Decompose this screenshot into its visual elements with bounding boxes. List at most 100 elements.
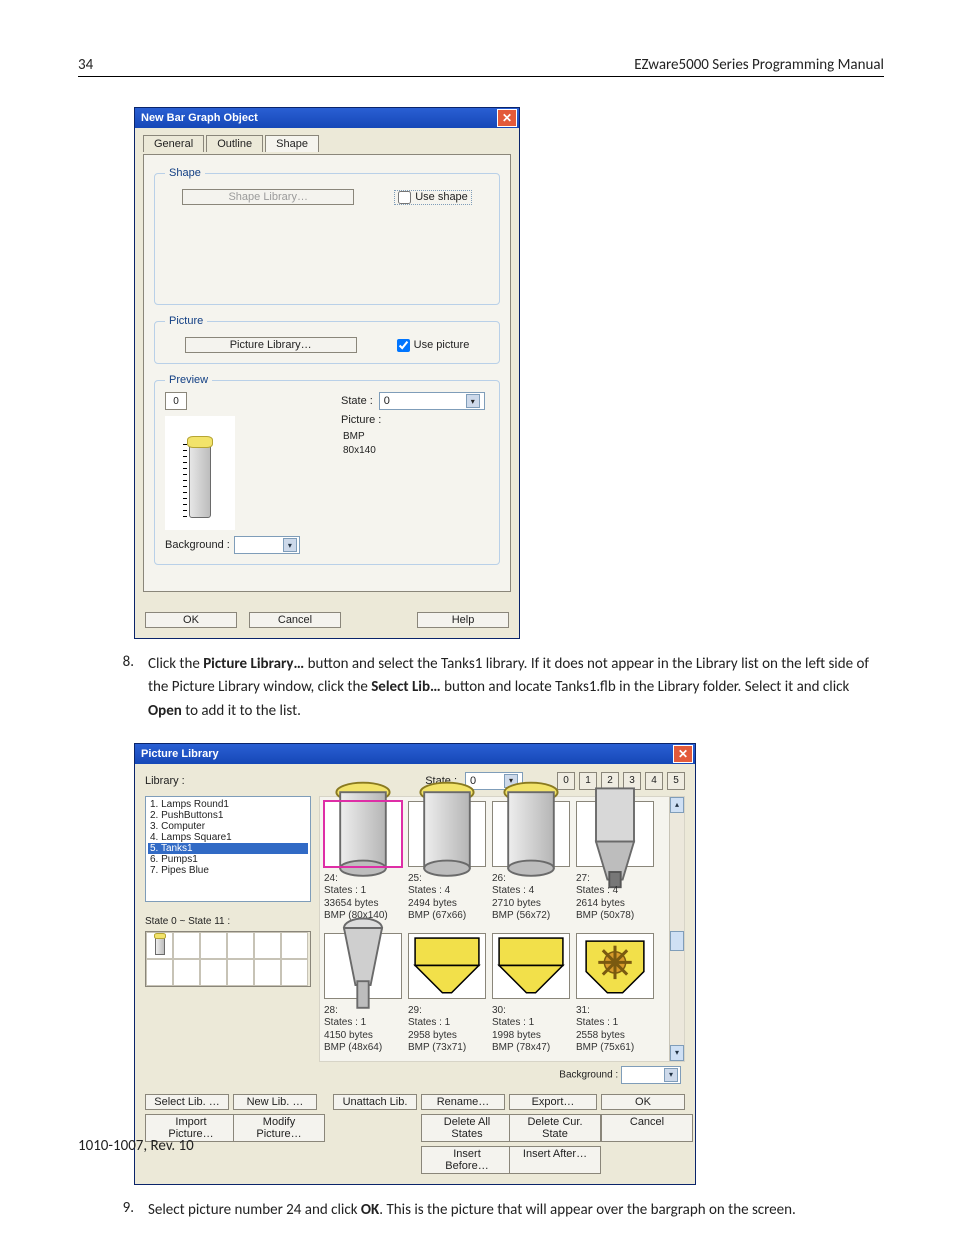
step-number: 9.: [78, 1199, 148, 1222]
delete-all-states-button[interactable]: Delete All States: [421, 1114, 513, 1142]
picture-library-dialog: Picture Library ✕ Library : State : 0 ▾ …: [134, 743, 696, 1185]
use-shape-checkbox[interactable]: Use shape: [394, 190, 472, 205]
insert-before-button[interactable]: Insert Before…: [421, 1146, 513, 1174]
thumbnail-meta: 29:States : 12958 bytesBMP (73x71): [408, 1003, 486, 1055]
picture-library-button[interactable]: Picture Library…: [185, 337, 357, 353]
thumbnail-meta: 31:States : 12558 bytesBMP (75x61): [576, 1003, 654, 1055]
page-header-title: EZware5000 Series Programming Manual: [634, 56, 884, 74]
modify-picture-button[interactable]: Modify Picture…: [233, 1114, 325, 1142]
scroll-down-icon[interactable]: ▾: [670, 1045, 684, 1061]
shape-group: Shape Shape Library… Use shape: [154, 167, 500, 305]
state-label: State :: [341, 395, 373, 407]
background-label: Background :: [165, 539, 230, 551]
cancel-button[interactable]: Cancel: [601, 1114, 693, 1142]
cancel-button[interactable]: Cancel: [249, 612, 341, 628]
library-list[interactable]: 1. Lamps Round12. PushButtons13. Compute…: [145, 796, 311, 902]
use-shape-label: Use shape: [415, 191, 468, 203]
step-number: 8.: [78, 653, 148, 723]
thumbnail[interactable]: [576, 933, 654, 999]
scrollbar[interactable]: ▴ ▾: [669, 797, 684, 1061]
delete-cur-state-button[interactable]: Delete Cur. State: [509, 1114, 601, 1142]
state-grid[interactable]: [145, 931, 311, 987]
library-list-item[interactable]: 5. Tanks1: [148, 843, 308, 854]
library-list-item[interactable]: 4. Lamps Square1: [148, 832, 308, 843]
chevron-down-icon: ▾: [664, 1068, 678, 1082]
thumbnail[interactable]: [492, 933, 570, 999]
tank-icon: [576, 801, 654, 867]
state-value: 0: [384, 395, 390, 407]
tank-icon: [492, 801, 570, 867]
scroll-thumb[interactable]: [670, 931, 684, 951]
titlebar[interactable]: Picture Library ✕: [135, 744, 695, 764]
library-label: Library :: [145, 775, 185, 787]
background-dropdown[interactable]: ▾: [621, 1066, 681, 1084]
library-list-item[interactable]: 2. PushButtons1: [148, 810, 308, 821]
state-range-label: State 0 ~ State 11 :: [145, 916, 311, 927]
dialog-title: New Bar Graph Object: [141, 112, 497, 124]
picture-meta-size: 80x140: [343, 444, 489, 458]
library-list-item[interactable]: 1. Lamps Round1: [148, 799, 308, 810]
thumbnail-meta: 25:States : 42494 bytesBMP (67x66): [408, 871, 486, 923]
thumbnail[interactable]: [576, 801, 654, 867]
picture-legend: Picture: [165, 315, 207, 327]
help-button[interactable]: Help: [417, 612, 509, 628]
thumbnail-meta: 28:States : 14150 bytesBMP (48x64): [324, 1003, 402, 1055]
unattach-lib-button[interactable]: Unattach Lib.: [333, 1094, 417, 1110]
background-label: Background :: [559, 1069, 618, 1080]
use-picture-label: Use picture: [414, 339, 470, 351]
page-number: 34: [78, 56, 93, 74]
tab-outline[interactable]: Outline: [206, 135, 263, 152]
preview-group: Preview 0 Background : ▾: [154, 374, 500, 565]
state-combo[interactable]: 0 ▾: [379, 392, 485, 410]
chevron-down-icon: ▾: [283, 538, 297, 552]
library-list-item[interactable]: 7. Pipes Blue: [148, 865, 308, 876]
close-icon[interactable]: ✕: [497, 109, 517, 127]
thumbnail[interactable]: [324, 933, 402, 999]
preview-legend: Preview: [165, 374, 212, 386]
tank-icon: [492, 933, 570, 999]
tank-icon: [408, 801, 486, 867]
thumbnail[interactable]: [408, 933, 486, 999]
export-button[interactable]: Export…: [509, 1094, 597, 1110]
new-bar-graph-dialog: New Bar Graph Object ✕ General Outline S…: [134, 107, 520, 639]
state-indicator: 0: [165, 392, 187, 410]
use-picture-checkbox[interactable]: Use picture: [397, 339, 470, 352]
thumbnail-meta: 26:States : 42710 bytesBMP (56x72): [492, 871, 570, 923]
ok-button[interactable]: OK: [145, 612, 237, 628]
picture-group: Picture Picture Library… Use picture: [154, 315, 500, 364]
rename-button[interactable]: Rename…: [421, 1094, 505, 1110]
background-dropdown[interactable]: ▾: [234, 536, 300, 554]
library-list-item[interactable]: 6. Pumps1: [148, 854, 308, 865]
thumbnail-meta: 30:States : 11998 bytesBMP (78x47): [492, 1003, 570, 1055]
thumbnail[interactable]: [408, 801, 486, 867]
select-lib-button[interactable]: Select Lib. …: [145, 1094, 229, 1110]
thumbnail-meta: 27:States : 42614 bytesBMP (50x78): [576, 871, 654, 923]
scroll-up-icon[interactable]: ▴: [670, 797, 684, 813]
tank-preview: [165, 416, 235, 530]
tank-icon: [408, 933, 486, 999]
tab-shape[interactable]: Shape: [265, 135, 319, 152]
tank-icon: [324, 801, 402, 867]
insert-after-button[interactable]: Insert After…: [509, 1146, 601, 1174]
tab-general[interactable]: General: [143, 135, 204, 152]
chevron-down-icon: ▾: [466, 394, 480, 408]
shape-library-button[interactable]: Shape Library…: [182, 189, 354, 205]
thumbnail[interactable]: [324, 801, 402, 867]
library-list-item[interactable]: 3. Computer: [148, 821, 308, 832]
picture-label: Picture :: [341, 414, 381, 426]
new-lib-button[interactable]: New Lib. …: [233, 1094, 317, 1110]
tank-icon: [324, 933, 402, 999]
shape-legend: Shape: [165, 167, 205, 179]
titlebar[interactable]: New Bar Graph Object ✕: [135, 108, 519, 128]
numtab-5[interactable]: 5: [667, 772, 685, 790]
step-text: Select picture number 24 and click OK. T…: [148, 1199, 884, 1222]
tank-icon: [576, 933, 654, 999]
picture-meta-type: BMP: [343, 430, 489, 444]
step-text: Click the Picture Library… button and se…: [148, 653, 884, 723]
thumbnail-area: 24:States : 133654 bytesBMP (80x140)25:S…: [319, 796, 685, 1062]
ok-button[interactable]: OK: [601, 1094, 685, 1110]
dialog-title: Picture Library: [141, 748, 673, 760]
page-footer: 1010-1007, Rev. 10: [78, 1137, 194, 1155]
thumbnail[interactable]: [492, 801, 570, 867]
close-icon[interactable]: ✕: [673, 745, 693, 763]
